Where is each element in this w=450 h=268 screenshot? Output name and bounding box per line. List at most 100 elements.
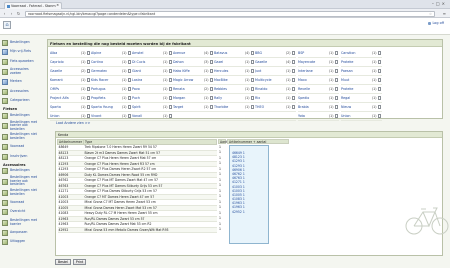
brand-checkbox[interactable] bbox=[377, 96, 381, 100]
address-bar[interactable]: roorraad.fietsmagazijn.nl/cgi-bin/bmw.cg… bbox=[25, 10, 435, 17]
brand-checkbox[interactable] bbox=[127, 114, 131, 118]
brand-checkbox[interactable] bbox=[86, 114, 90, 118]
brand-name[interactable]: Germatec bbox=[91, 69, 122, 73]
forward-icon[interactable]: › bbox=[9, 11, 14, 16]
brand-name[interactable]: Spirit bbox=[132, 105, 163, 109]
brand-name[interactable]: Canstion bbox=[341, 51, 372, 55]
bookmark-star-icon[interactable]: ☆ bbox=[429, 12, 432, 16]
brand-cell[interactable]: Pavo (1) bbox=[132, 85, 173, 94]
brand-cell[interactable]: Juxt (1) bbox=[255, 67, 296, 76]
brand-cell[interactable]: Canstion (1) bbox=[341, 49, 382, 58]
brand-name[interactable]: Brabia bbox=[298, 105, 329, 109]
tab-close-icon[interactable]: × bbox=[56, 3, 59, 7]
brand-checkbox[interactable] bbox=[168, 51, 172, 55]
brand-name[interactable]: Nieuw bbox=[341, 105, 372, 109]
sidebar-item-main-6[interactable]: Categorieen bbox=[1, 97, 42, 107]
brand-checkbox[interactable] bbox=[291, 96, 295, 100]
brand-checkbox[interactable] bbox=[168, 105, 172, 109]
brand-cell[interactable]: Proteke (1) bbox=[341, 85, 382, 94]
brand-checkbox[interactable] bbox=[291, 69, 295, 73]
sidebar-item-main-1[interactable]: Mijn vrij-Fiets bbox=[1, 48, 42, 58]
brand-checkbox[interactable] bbox=[127, 96, 131, 100]
brand-name[interactable]: BBG bbox=[255, 51, 286, 55]
cell-qty[interactable]: 1 bbox=[218, 227, 226, 233]
brand-cell[interactable]: Vonall (1) bbox=[132, 112, 173, 121]
brand-cell[interactable]: Portugus (1) bbox=[91, 85, 132, 94]
col-header-artnr[interactable]: Artikelnummer bbox=[56, 139, 85, 145]
brand-name[interactable]: Koerant bbox=[50, 78, 81, 82]
brand-name[interactable]: Muut bbox=[341, 78, 372, 82]
window-controls[interactable]: –□× bbox=[432, 1, 447, 6]
brand-name[interactable]: Revelle bbox=[298, 87, 329, 91]
brand-checkbox[interactable] bbox=[377, 114, 381, 118]
brand-cell[interactable]: Koerant (1) bbox=[50, 76, 91, 85]
show-all-link[interactable]: Laat Andere zien >> bbox=[56, 121, 90, 125]
sidebar-item-main-2[interactable]: Fiets opzoeken bbox=[1, 57, 42, 67]
brand-cell[interactable]: Gazelle (4) bbox=[255, 58, 296, 67]
brand-checkbox[interactable] bbox=[334, 105, 338, 109]
brand-checkbox[interactable] bbox=[168, 114, 172, 118]
brand-name[interactable]: Vivant bbox=[91, 114, 122, 118]
brand-checkbox[interactable] bbox=[334, 114, 338, 118]
reload-icon[interactable]: ↻ bbox=[16, 11, 21, 16]
sidebar-item-main-4[interactable]: Merken bbox=[1, 78, 42, 88]
brand-cell[interactable]: Propfiets (1) bbox=[91, 94, 132, 103]
sidebar-item-fietsen-3[interactable]: Voorraad bbox=[1, 143, 42, 153]
brand-name[interactable]: Proteke bbox=[341, 60, 372, 64]
brand-name[interactable]: Rally bbox=[214, 96, 245, 100]
brand-name[interactable]: Interlane bbox=[298, 69, 329, 73]
brand-name[interactable]: Batavus bbox=[214, 51, 245, 55]
brand-cell[interactable]: Di Cucis (1) bbox=[132, 58, 173, 67]
brand-checkbox[interactable] bbox=[291, 78, 295, 82]
print-button[interactable]: Print bbox=[72, 259, 87, 265]
sidebar-item-accessoires-5[interactable]: Bestellingen met koerier bbox=[1, 217, 42, 228]
sidebar-item-accessoires-1[interactable]: Bestellingen met koerier ook bestellen bbox=[1, 175, 42, 187]
brand-checkbox[interactable] bbox=[127, 78, 131, 82]
brand-name[interactable]: Target bbox=[173, 105, 204, 109]
brand-checkbox[interactable] bbox=[168, 69, 172, 73]
brand-name[interactable]: Rinaldo bbox=[255, 87, 286, 91]
brand-name[interactable]: Hercules bbox=[214, 69, 245, 73]
brand-cell[interactable]: Kids Racer (1) bbox=[91, 76, 132, 85]
brand-cell[interactable]: Germatec (1) bbox=[91, 67, 132, 76]
brand-checkbox[interactable] bbox=[86, 51, 90, 55]
back-icon[interactable]: ‹ bbox=[2, 11, 7, 16]
brand-name[interactable]: Giant bbox=[132, 69, 163, 73]
brand-cell[interactable]: Target (1) bbox=[173, 103, 214, 112]
brand-name[interactable]: Juxt bbox=[255, 69, 286, 73]
brand-cell[interactable]: THEO (1) bbox=[255, 103, 296, 112]
logoff-link[interactable]: Log off bbox=[428, 21, 444, 25]
brand-checkbox[interactable] bbox=[377, 87, 381, 91]
brand-checkbox[interactable] bbox=[377, 60, 381, 64]
brand-name[interactable]: Vonall bbox=[132, 114, 163, 118]
brand-cell[interactable]: Multicycle (1) bbox=[255, 76, 296, 85]
brand-name[interactable]: Alba bbox=[50, 51, 81, 55]
brand-cell[interactable]: Regal (1) bbox=[341, 94, 382, 103]
home-icon[interactable]: ⌂ bbox=[3, 21, 11, 29]
brand-cell[interactable]: Revelle (1) bbox=[298, 85, 339, 94]
brand-cell[interactable]: Hercules (1) bbox=[214, 67, 255, 76]
brand-name[interactable]: Spedio bbox=[298, 96, 329, 100]
brand-checkbox[interactable] bbox=[127, 51, 131, 55]
brand-checkbox[interactable] bbox=[168, 60, 172, 64]
brand-checkbox[interactable] bbox=[291, 60, 295, 64]
brand-cell[interactable]: Avenue (4) bbox=[173, 49, 214, 58]
brand-cell[interactable]: Batavus (4) bbox=[214, 49, 255, 58]
sidebar-item-fietsen-2[interactable]: Bestellingen niet bestellen bbox=[1, 132, 42, 143]
brand-name[interactable]: Multicycle bbox=[255, 78, 286, 82]
brand-cell[interactable]: Amstel (1) bbox=[132, 49, 173, 58]
brand-name[interactable]: Gazelle bbox=[255, 60, 286, 64]
brand-checkbox[interactable] bbox=[127, 60, 131, 64]
brand-name[interactable]: Amstel bbox=[132, 51, 163, 55]
brand-cell[interactable]: BBG (2) bbox=[255, 49, 296, 58]
brand-checkbox[interactable] bbox=[209, 87, 213, 91]
brand-name[interactable]: Gazelle bbox=[50, 69, 81, 73]
brand-checkbox[interactable] bbox=[209, 60, 213, 64]
brand-name[interactable]: Di Cucis bbox=[132, 60, 163, 64]
brand-name[interactable]: Rix bbox=[255, 96, 286, 100]
brand-cell[interactable]: Alpine (1) bbox=[91, 49, 132, 58]
brand-name[interactable]: Regal bbox=[341, 96, 372, 100]
brand-checkbox[interactable] bbox=[127, 69, 131, 73]
brand-name[interactable]: MacBike bbox=[214, 78, 245, 82]
brand-cell[interactable]: Maxx (1) bbox=[298, 76, 339, 85]
